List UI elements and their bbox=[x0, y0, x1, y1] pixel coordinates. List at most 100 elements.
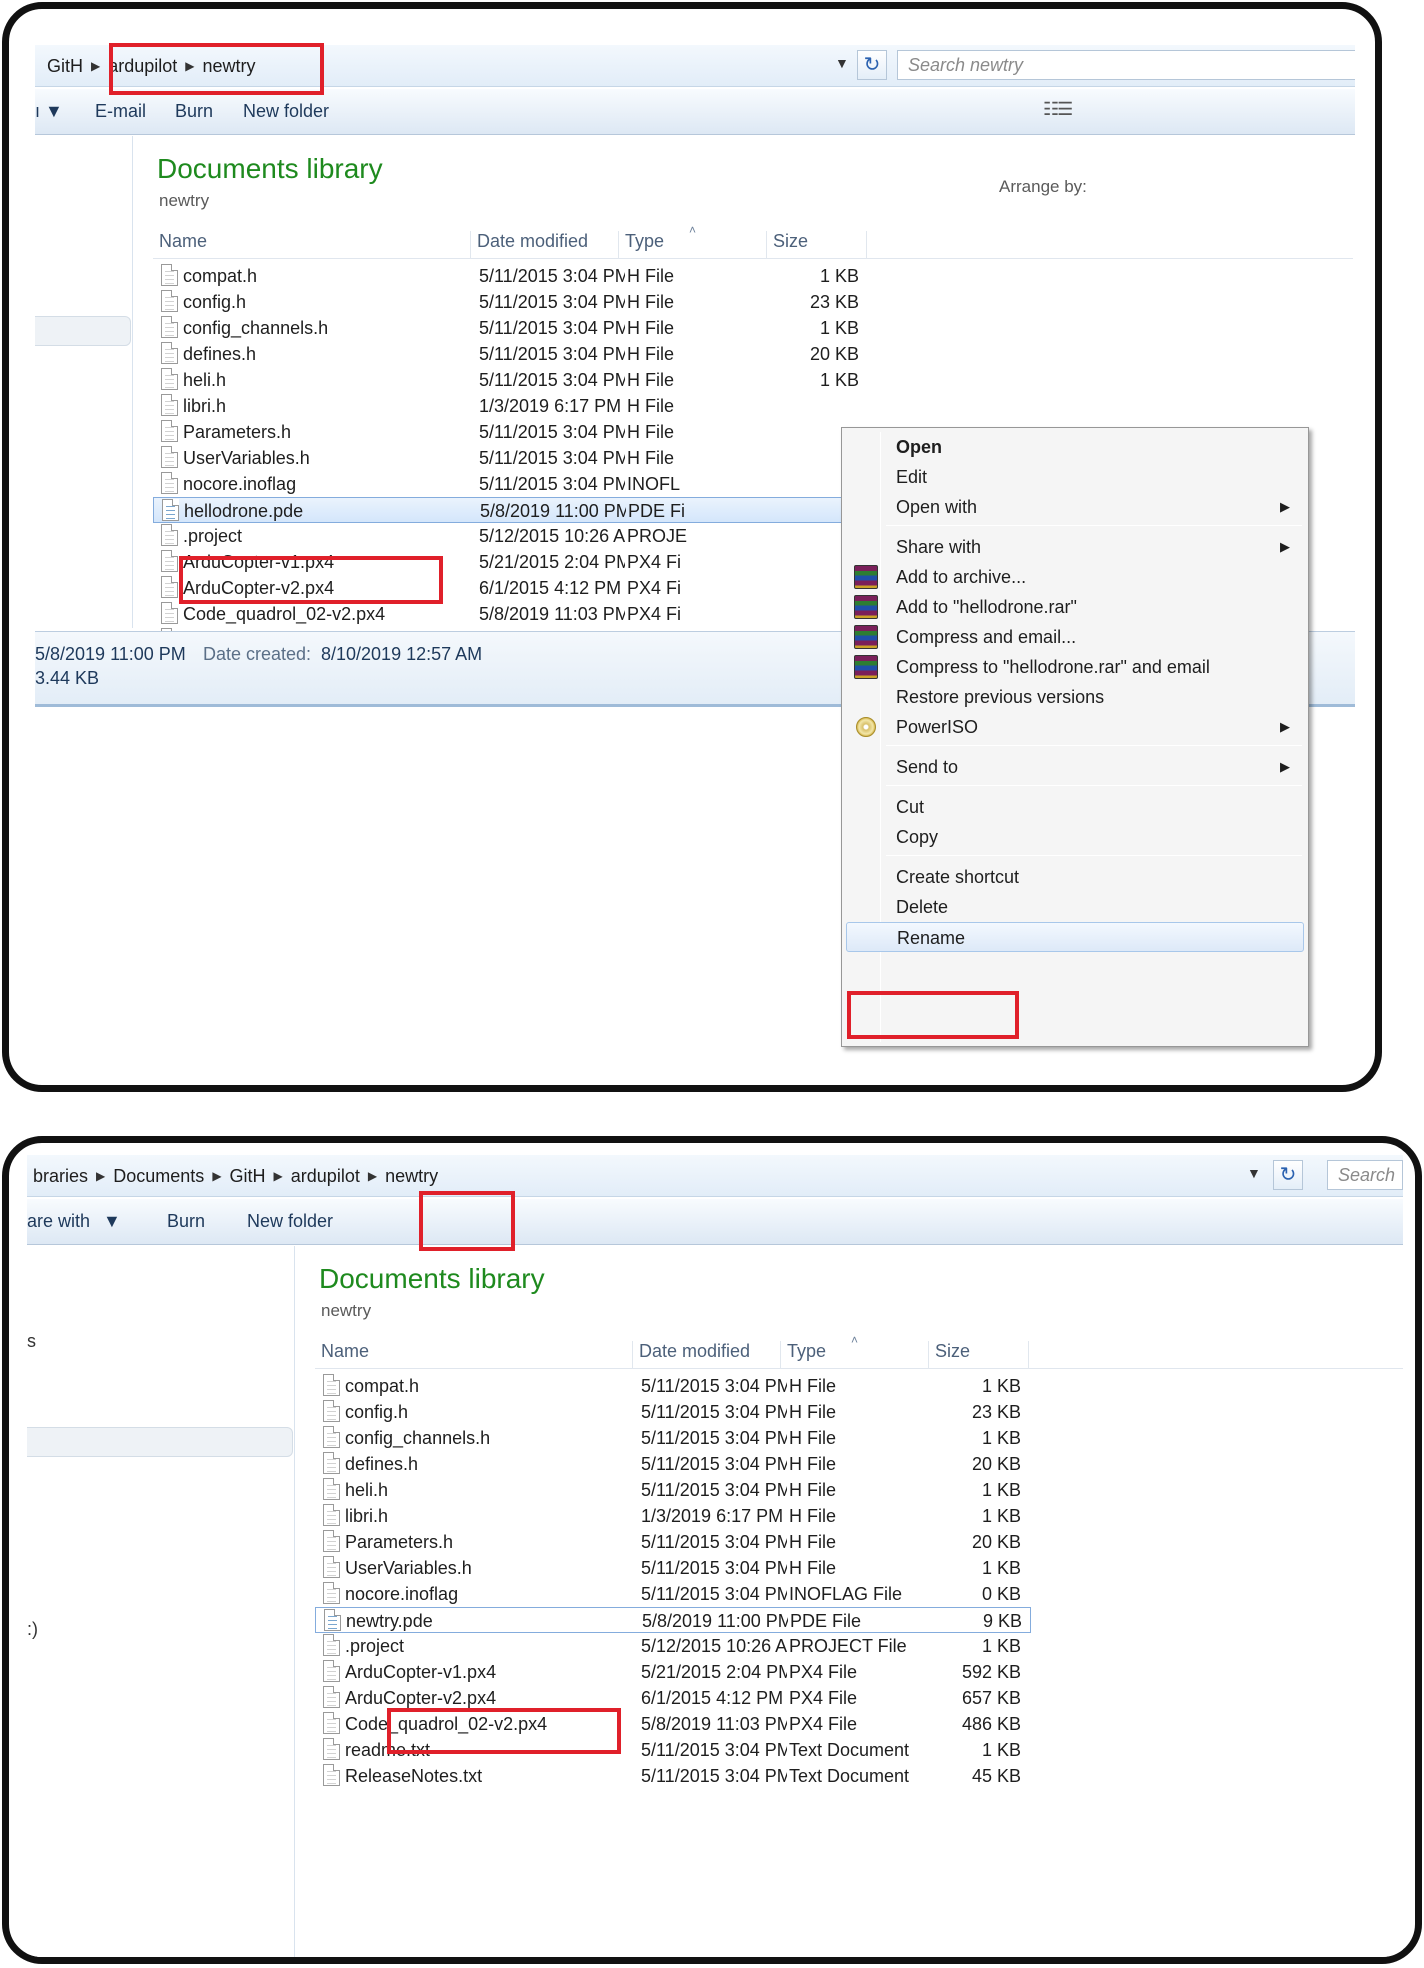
burn-button[interactable]: Burn bbox=[167, 1211, 205, 1232]
menu-item-label: PowerISO bbox=[896, 717, 979, 737]
file-date-modified: 5/11/2015 3:04 PM bbox=[479, 292, 625, 312]
file-size: 20 KB bbox=[971, 1532, 1021, 1552]
change-view-icon[interactable]: ☷☰ bbox=[1043, 99, 1073, 120]
file-row[interactable]: config.h 5/11/2015 3:04 PM H File 23 KB bbox=[153, 289, 869, 315]
file-row[interactable]: heli.h 5/11/2015 3:04 PM H File 1 KB bbox=[153, 367, 869, 393]
breadcrumb-chevron-icon[interactable]: ▶ bbox=[272, 1169, 285, 1183]
address-dropdown-icon[interactable]: ▼ bbox=[1247, 1165, 1261, 1181]
menu-item-add-to-hellodrone-rar[interactable]: Add to "hellodrone.rar" bbox=[846, 592, 1304, 622]
file-row[interactable]: Parameters.h 5/11/2015 3:04 PM H File 20 KB bbox=[315, 1529, 1031, 1555]
file-row[interactable]: defines.h 5/11/2015 3:04 PM H File 20 KB bbox=[153, 341, 869, 367]
share-with-dropdown-icon[interactable]: ▼ bbox=[103, 1211, 121, 1232]
submenu-arrow-icon: ▶ bbox=[1280, 719, 1290, 734]
file-row[interactable]: ReleaseNotes.txt 5/11/2015 3:04 PM Text Do… bbox=[315, 1763, 1031, 1789]
nav-item-fragment[interactable]: :) bbox=[27, 1619, 38, 1640]
menu-item-share-with[interactable]: Share with ▶ bbox=[846, 532, 1304, 562]
menu-item-restore-previous-versions[interactable]: Restore previous versions bbox=[846, 682, 1304, 712]
file-row[interactable]: ArduCopter-v1.px4 5/21/2015 2:04 PM PX4 Fi… bbox=[315, 1659, 1031, 1685]
menu-item-open[interactable]: Open bbox=[846, 432, 1304, 462]
address-bar[interactable]: braries ▶ Documents ▶ GitH ▶ ardupilot ▶… bbox=[27, 1155, 1403, 1197]
menu-item-compress-to-hellodrone-rar-and-email[interactable]: Compress to "hellodrone.rar" and email bbox=[846, 652, 1304, 682]
breadcrumb-newtry[interactable]: newtry bbox=[379, 1166, 444, 1187]
breadcrumb-chevron-icon[interactable]: ▶ bbox=[366, 1169, 379, 1183]
file-row[interactable]: .project 5/12/2015 10:26 AM PROJECT File 1 … bbox=[315, 1633, 1031, 1659]
file-row[interactable]: config.h 5/11/2015 3:04 PM H File 23 KB bbox=[315, 1399, 1031, 1425]
col-name[interactable]: Name bbox=[153, 231, 471, 259]
col-size[interactable]: Size bbox=[767, 231, 867, 259]
file-row[interactable]: UserVariables.h 5/11/2015 3:04 PM H File 1 … bbox=[315, 1555, 1031, 1581]
file-icon bbox=[323, 1764, 340, 1786]
menu-item-delete[interactable]: Delete bbox=[846, 892, 1304, 922]
file-row[interactable]: newtry.pde 5/8/2019 11:00 PM PDE File 9 KB bbox=[315, 1607, 1031, 1633]
burn-button[interactable]: Burn bbox=[175, 101, 213, 122]
menu-item-open-with[interactable]: Open with ▶ bbox=[846, 492, 1304, 522]
file-size: 1 KB bbox=[981, 1376, 1021, 1396]
file-row[interactable]: libri.h 1/3/2019 6:17 PM H File 1 KB bbox=[315, 1503, 1031, 1529]
file-icon bbox=[161, 342, 178, 364]
file-icon bbox=[324, 1609, 341, 1631]
file-type: PX4 Fi bbox=[627, 604, 682, 624]
refresh-icon[interactable]: ↻ bbox=[1273, 1160, 1303, 1190]
file-date-modified: 5/11/2015 3:04 PM bbox=[479, 318, 625, 338]
menu-item-label: Open with bbox=[896, 497, 978, 517]
arrange-by-label[interactable]: Arrange by: bbox=[999, 177, 1087, 197]
share-with-button[interactable]: are with bbox=[27, 1211, 90, 1232]
file-row[interactable]: config_channels.h 5/11/2015 3:04 PM H File… bbox=[315, 1425, 1031, 1451]
file-row[interactable]: Code_quadrol_02-v2.px4 5/8/2019 11:03 PM P… bbox=[153, 601, 869, 627]
file-row[interactable]: nocore.inoflag 5/11/2015 3:04 PM INOFL bbox=[153, 471, 869, 497]
breadcrumb-gith[interactable]: GitH bbox=[224, 1166, 272, 1187]
breadcrumb-chevron-icon[interactable]: ▶ bbox=[94, 1169, 107, 1183]
toolbar-dropdown-icon[interactable]: ı ▼ bbox=[35, 101, 63, 122]
file-size: 1 KB bbox=[819, 266, 859, 286]
file-row[interactable]: libri.h 1/3/2019 6:17 PM H File bbox=[153, 393, 869, 419]
file-row[interactable]: defines.h 5/11/2015 3:04 PM H File 20 KB bbox=[315, 1451, 1031, 1477]
menu-item-send-to[interactable]: Send to ▶ bbox=[846, 752, 1304, 782]
file-icon bbox=[323, 1478, 340, 1500]
navigation-pane: s :) bbox=[27, 1246, 295, 1957]
col-date-modified[interactable]: Date modified bbox=[471, 231, 619, 259]
file-row[interactable]: .project 5/12/2015 10:26 AM PROJE bbox=[153, 523, 869, 549]
winrar-icon bbox=[854, 595, 878, 619]
nav-selected-item[interactable] bbox=[35, 316, 131, 346]
menu-item-rename[interactable]: Rename bbox=[846, 922, 1304, 952]
search-input[interactable]: Search bbox=[1327, 1160, 1403, 1190]
refresh-icon[interactable]: ↻ bbox=[857, 50, 887, 80]
col-size[interactable]: Size bbox=[929, 1341, 1029, 1369]
breadcrumb-documents[interactable]: Documents bbox=[107, 1166, 210, 1187]
nav-selected-item[interactable] bbox=[27, 1427, 293, 1457]
file-row[interactable]: Parameters.h 5/11/2015 3:04 PM H File bbox=[153, 419, 869, 445]
nav-item-fragment[interactable]: s bbox=[27, 1331, 36, 1352]
menu-item-create-shortcut[interactable]: Create shortcut bbox=[846, 862, 1304, 892]
file-type: PX4 File bbox=[789, 1688, 858, 1708]
file-row[interactable]: UserVariables.h 5/11/2015 3:04 PM H File bbox=[153, 445, 869, 471]
col-date-modified[interactable]: Date modified bbox=[633, 1341, 781, 1369]
new-folder-button[interactable]: New folder bbox=[247, 1211, 333, 1232]
new-folder-button[interactable]: New folder bbox=[243, 101, 329, 122]
library-title: Documents library bbox=[157, 153, 383, 184]
breadcrumb-ardupilot[interactable]: ardupilot bbox=[285, 1166, 366, 1187]
email-button[interactable]: E-mail bbox=[95, 101, 146, 122]
address-dropdown-icon[interactable]: ▼ bbox=[835, 55, 849, 71]
menu-item-copy[interactable]: Copy bbox=[846, 822, 1304, 852]
breadcrumb-libraries[interactable]: braries bbox=[27, 1166, 94, 1187]
file-row[interactable]: compat.h 5/11/2015 3:04 PM H File 1 KB bbox=[153, 263, 869, 289]
file-date-modified: 1/3/2019 6:17 PM bbox=[641, 1506, 784, 1526]
col-name[interactable]: Name bbox=[315, 1341, 633, 1369]
file-row[interactable]: config_channels.h 5/11/2015 3:04 PM H File… bbox=[153, 315, 869, 341]
menu-item-add-to-archive[interactable]: Add to archive... bbox=[846, 562, 1304, 592]
menu-item-edit[interactable]: Edit bbox=[846, 462, 1304, 492]
file-row[interactable]: compat.h 5/11/2015 3:04 PM H File 1 KB bbox=[315, 1373, 1031, 1399]
file-row[interactable]: hellodrone.pde 5/8/2019 11:00 PM PDE Fi bbox=[153, 497, 869, 523]
menu-item-poweriso[interactable]: PowerISO ▶ bbox=[846, 712, 1304, 742]
menu-item-cut[interactable]: Cut bbox=[846, 792, 1304, 822]
menu-item-compress-and-email[interactable]: Compress and email... bbox=[846, 622, 1304, 652]
file-icon bbox=[323, 1686, 340, 1708]
file-type: H File bbox=[627, 370, 675, 390]
file-row[interactable]: nocore.inoflag 5/11/2015 3:04 PM INOFLAG F… bbox=[315, 1581, 1031, 1607]
file-row[interactable]: heli.h 5/11/2015 3:04 PM H File 1 KB bbox=[315, 1477, 1031, 1503]
file-type: PDE Fi bbox=[628, 501, 686, 521]
breadcrumb-chevron-icon[interactable]: ▶ bbox=[89, 59, 102, 73]
search-input[interactable]: Search newtry bbox=[897, 50, 1355, 80]
breadcrumb-gith[interactable]: GitH bbox=[41, 56, 89, 77]
breadcrumb-chevron-icon[interactable]: ▶ bbox=[210, 1169, 223, 1183]
